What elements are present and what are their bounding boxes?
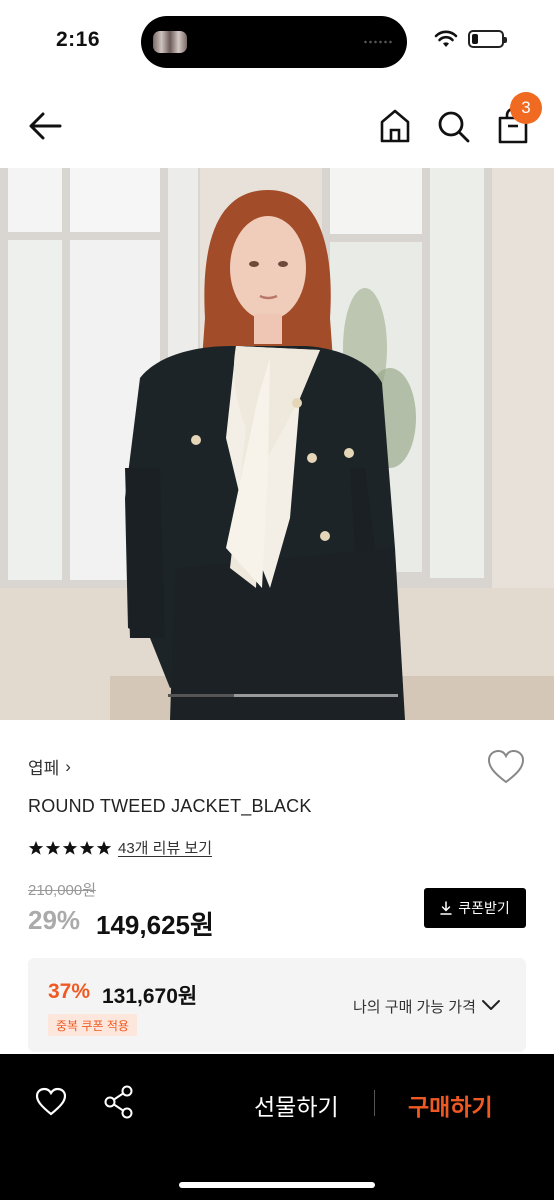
brand-name: 엽페: [28, 759, 60, 778]
now-playing-thumbnail: [153, 31, 187, 53]
original-price: 210,000원: [28, 882, 97, 899]
heart-icon[interactable]: [34, 1086, 68, 1118]
bottom-action-bar: 선물하기 구매하기: [0, 1054, 554, 1200]
rating-row: 43개 리뷰 보기: [28, 837, 212, 858]
coupon-download-button[interactable]: 쿠폰받기: [424, 888, 526, 928]
star-icon: [45, 840, 61, 855]
top-nav: 3: [0, 84, 554, 168]
carousel-progress-indicator: [168, 694, 234, 697]
battery-icon: [468, 30, 507, 48]
cart-count-badge: 3: [510, 92, 542, 124]
home-indicator: [179, 1182, 375, 1188]
review-link[interactable]: 43개 리뷰 보기: [118, 837, 212, 858]
product-photo: [0, 168, 554, 720]
buy-button[interactable]: 구매하기: [408, 1088, 493, 1122]
discount-rate: 29%: [28, 905, 81, 935]
star-rating: [28, 840, 112, 856]
share-icon[interactable]: [102, 1084, 136, 1120]
status-time: 2:16: [56, 28, 101, 51]
star-icon: [96, 840, 112, 855]
star-icon: [62, 840, 78, 855]
wifi-icon: [434, 30, 458, 47]
sale-price: 149,625원: [96, 910, 214, 940]
my-price-panel[interactable]: 37% 131,670원 중복 쿠폰 적용 나의 구매 가능 가격: [28, 958, 526, 1052]
download-icon: [440, 901, 452, 915]
my-discount-rate: 37%: [48, 980, 91, 1003]
gift-button[interactable]: 선물하기: [254, 1088, 339, 1122]
chevron-right-icon: ›: [65, 756, 71, 776]
home-icon[interactable]: [377, 106, 413, 146]
divider: [374, 1090, 375, 1116]
product-image[interactable]: [0, 168, 554, 720]
battery-level: [472, 34, 478, 44]
product-name: ROUND TWEED JACKET_BLACK: [28, 796, 312, 816]
coupon-badge: 중복 쿠폰 적용: [48, 1014, 137, 1036]
star-icon: [28, 840, 44, 855]
my-price: 131,670원: [102, 985, 198, 1008]
star-icon: [79, 840, 95, 855]
brand-link[interactable]: 엽페 ›: [28, 754, 71, 779]
status-icons: [434, 30, 507, 48]
dynamic-island: [141, 16, 407, 68]
my-price-label: 나의 구매 가능 가격: [353, 999, 476, 1016]
wishlist-heart-icon[interactable]: [486, 748, 526, 786]
search-icon[interactable]: [435, 106, 473, 146]
arrow-left-icon[interactable]: [24, 108, 66, 144]
activity-dots-icon: [363, 40, 393, 44]
status-bar: 2:16: [0, 0, 554, 84]
chevron-down-icon[interactable]: [480, 996, 502, 1014]
coupon-button-label: 쿠폰받기: [458, 900, 510, 916]
